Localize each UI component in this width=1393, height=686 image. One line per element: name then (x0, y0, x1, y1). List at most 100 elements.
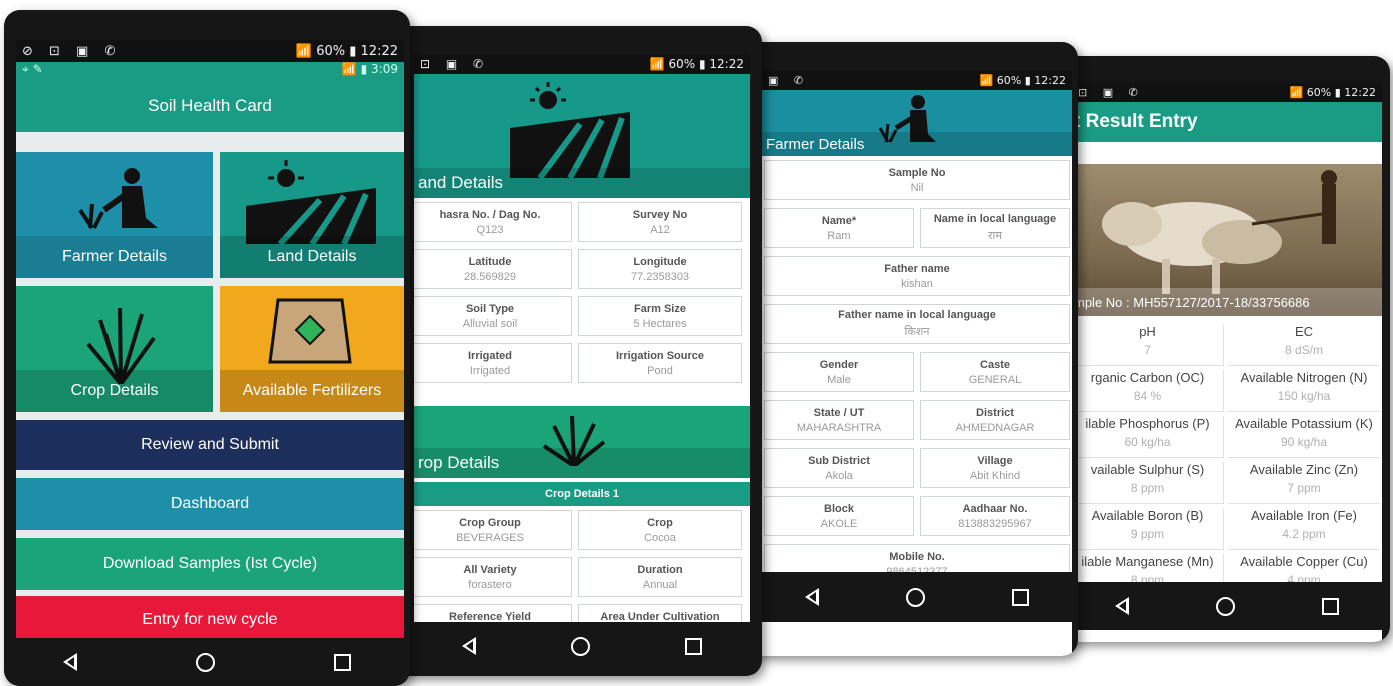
field-cell[interactable]: Latitude 28.569829 (414, 249, 572, 289)
result-cell[interactable]: Available Nitrogen (N) 150 kg/ha (1228, 370, 1380, 412)
result-label: Available Nitrogen (N) (1240, 370, 1368, 385)
field-cell[interactable]: hasra No. / Dag No. Q123 (414, 202, 572, 242)
test-result-screen: ⊡ ▣ ✆ 📶 60% ▮ 12:22 t Result Entry mple N… (1072, 82, 1382, 642)
home-icon[interactable] (195, 652, 215, 672)
field-cell[interactable]: Sample No Nil (764, 160, 1070, 200)
review-submit-button[interactable]: Review and Submit (16, 420, 404, 470)
field-cell[interactable]: Father name in local language किशन (764, 304, 1070, 344)
result-cell[interactable]: pH 7 (1072, 324, 1224, 366)
field-cell[interactable]: Irrigation Source Pond (578, 343, 742, 383)
available-fertilizers-tile[interactable]: Available Fertilizers (220, 286, 404, 412)
page-title: and Details (418, 173, 504, 192)
result-label: ilable Phosphorus (P) (1085, 416, 1210, 431)
download-samples-button[interactable]: Download Samples (Ist Cycle) (16, 538, 404, 590)
field-row: Latitude 28.569829 Longitude 77.2358303 (414, 249, 742, 289)
field-label: Latitude (468, 255, 512, 268)
field-cell[interactable]: Father name kishan (764, 256, 1070, 296)
tile-label: Available Fertilizers (242, 381, 382, 399)
field-cell[interactable]: Irrigated Irrigated (414, 343, 572, 383)
result-label: vailable Sulphur (S) (1090, 462, 1205, 477)
result-label: rganic Carbon (OC) (1090, 370, 1205, 385)
field-label: Crop Group (459, 516, 521, 529)
field-label: State / UT (813, 406, 865, 419)
field-cell[interactable]: Farm Size 5 Hectares (578, 296, 742, 336)
back-icon[interactable] (1115, 597, 1130, 615)
tile-label: Crop Details (70, 381, 159, 399)
field-cell[interactable]: Village Abit Khind (920, 448, 1070, 488)
field-label: Soil Type (465, 302, 515, 315)
dashboard-button[interactable]: Dashboard (16, 478, 404, 530)
field-label: Village (977, 454, 1013, 467)
farmer-details-tile[interactable]: Farmer Details (16, 152, 213, 278)
field-value: AKOLE (820, 517, 858, 530)
page-title: t Result Entry (1074, 111, 1198, 132)
back-icon[interactable] (805, 588, 820, 606)
field-cell[interactable]: Duration Annual (578, 557, 742, 597)
app-title-bar: Soil Health Card (16, 80, 404, 132)
field-cell[interactable]: Crop Cocoa (578, 510, 742, 550)
field-value: Cocoa (644, 531, 676, 544)
field-label: Name in local language (933, 213, 1057, 225)
recents-icon[interactable] (685, 637, 703, 655)
recents-icon[interactable] (1011, 588, 1029, 606)
field-value: kishan (901, 277, 933, 290)
result-cell[interactable]: Available Zinc (Zn) 7 ppm (1228, 462, 1380, 504)
field-cell[interactable]: Crop Group BEVERAGES (414, 510, 572, 550)
result-value: 150 kg/ha (1277, 389, 1331, 403)
result-cell[interactable]: vailable Sulphur (S) 8 ppm (1072, 462, 1224, 504)
tile-label: Land Details (267, 247, 357, 265)
field-cell[interactable]: Longitude 77.2358303 (578, 249, 742, 289)
phone-home: ⊘ ⊡ ▣ ✆ 📶 60% ▮ 12:22 ⌖ ✎ 📶 ▮ 3:09 Soil He… (4, 10, 410, 686)
home-icon[interactable] (570, 636, 590, 656)
recents-icon[interactable] (1321, 597, 1339, 615)
field-label: Longitude (633, 255, 687, 268)
field-value: Q123 (476, 223, 504, 236)
field-label: Irrigated (467, 349, 512, 362)
result-value: 4.2 ppm (1282, 527, 1326, 541)
land-details-tile[interactable]: Land Details (220, 152, 404, 278)
field-cell[interactable]: Soil Type Alluvial soil (414, 296, 572, 336)
field-cell[interactable]: Name* Ram (764, 208, 914, 248)
field-cell[interactable]: Block AKOLE (764, 496, 914, 536)
field-cell[interactable]: Aadhaar No. 813883295967 (920, 496, 1070, 536)
field-row: State / UT MAHARASHTRA District AHMEDNAGAR (764, 400, 1070, 440)
result-value: 8 ppm (1130, 481, 1165, 495)
result-cell[interactable]: ilable Phosphorus (P) 60 kg/ha (1072, 416, 1224, 458)
nav-bar (762, 572, 1072, 622)
fertilizer-bag-icon (268, 298, 352, 364)
field-cell[interactable]: District AHMEDNAGAR (920, 400, 1070, 440)
crop-details-tile[interactable]: Crop Details (16, 286, 213, 412)
home-icon[interactable] (905, 587, 925, 607)
field-row: Father name in local language किशन (764, 304, 1070, 344)
field-cell[interactable]: Name in local language राम (920, 208, 1070, 248)
result-cell[interactable]: EC 8 dS/m (1228, 324, 1380, 366)
field-label: Survey No (632, 208, 688, 221)
field-cell[interactable]: All Variety forastero (414, 557, 572, 597)
back-icon[interactable] (461, 637, 476, 655)
result-label: ilable Manganese (Mn) (1081, 554, 1214, 569)
result-cell[interactable]: Available Iron (Fe) 4.2 ppm (1228, 508, 1380, 550)
field-value: Akola (825, 469, 853, 482)
result-value: 7 (1144, 343, 1151, 357)
field-cell[interactable]: Caste GENERAL (920, 352, 1070, 392)
field-row: Soil Type Alluvial soil Farm Size 5 Hectare… (414, 296, 742, 336)
entry-new-cycle-button[interactable]: Entry for new cycle (16, 596, 404, 638)
field-label: Aadhaar No. (962, 502, 1028, 515)
result-cell[interactable]: rganic Carbon (OC) 84 % (1072, 370, 1224, 412)
field-cell[interactable]: Survey No A12 (578, 202, 742, 242)
result-cell[interactable]: Available Boron (B) 9 ppm (1072, 508, 1224, 550)
back-icon[interactable] (63, 653, 78, 671)
recents-icon[interactable] (333, 653, 351, 671)
home-icon[interactable] (1215, 596, 1235, 616)
field-value: Irrigated (469, 364, 511, 377)
field-value: forastero (468, 578, 512, 591)
field-cell[interactable]: Sub District Akola (764, 448, 914, 488)
result-label: Available Copper (Cu) (1240, 554, 1368, 569)
field-cell[interactable]: State / UT MAHARASHTRA (764, 400, 914, 440)
field-value: Male (827, 373, 851, 386)
result-cell[interactable]: Available Potassium (K) 90 kg/ha (1228, 416, 1380, 458)
field-row: All Variety forastero Duration Annual (414, 557, 742, 597)
field-label: Reference Yield (449, 610, 531, 623)
field-cell[interactable]: Gender Male (764, 352, 914, 392)
crop-details-1-bar[interactable]: Crop Details 1 (414, 482, 750, 506)
